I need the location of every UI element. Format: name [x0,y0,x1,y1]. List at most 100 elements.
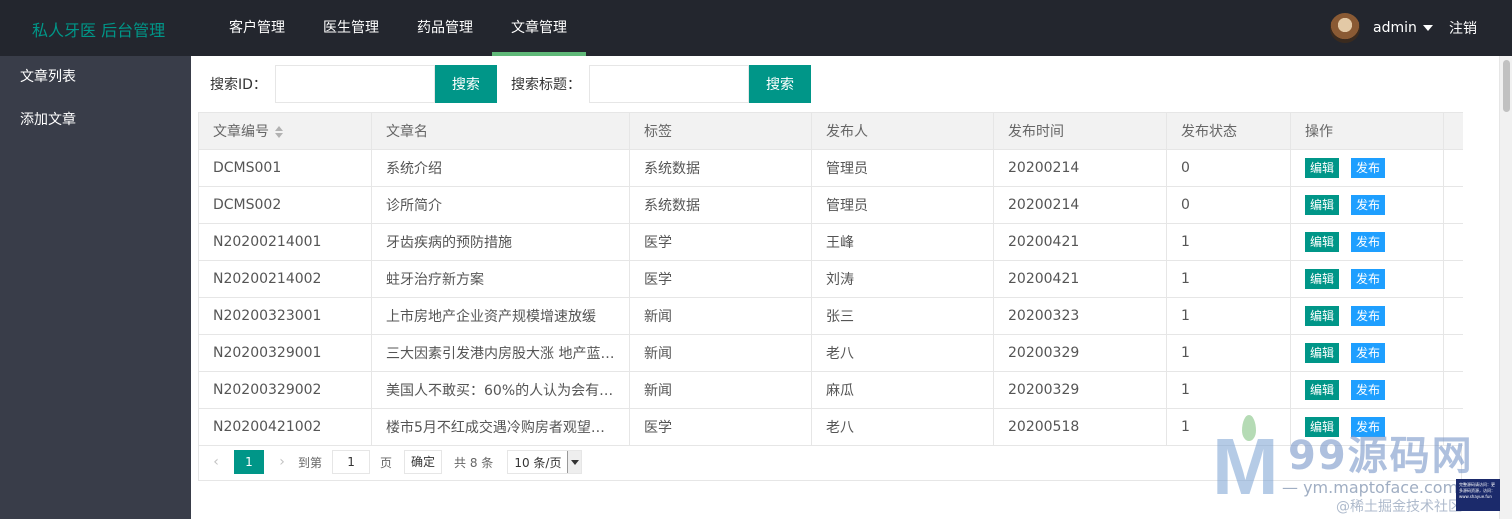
nav-doctor-management[interactable]: 医生管理 [304,0,398,56]
table-row: N20200329002 美国人不敢买：60%的人认为会有另… 新闻 麻瓜 202003… [198,371,1463,409]
cell-publish-time: 20200518 [993,408,1167,446]
publish-button[interactable]: 发布 [1351,195,1386,215]
cell-tag: 新闻 [629,371,812,409]
cell-article-id: N20200214001 [198,223,372,261]
row-filler [1443,186,1463,224]
logout-link[interactable]: 注销 [1449,18,1477,38]
cell-actions: 编辑 发布 删除 [1290,186,1444,224]
col-header-tag: 标签 [629,112,812,150]
total-count: 共 8 条 [454,455,494,470]
row-filler [1443,260,1463,298]
cell-article-id: DCMS002 [198,186,372,224]
search-id-input[interactable] [274,65,435,103]
search-title-button[interactable]: 搜索 [749,65,811,103]
page-1-button[interactable]: 1 [234,450,264,474]
cell-article-name: 三大因素引发港内房股大涨 地产蓝… [371,334,630,372]
next-page-icon[interactable]: › [272,454,292,470]
nav-article-management[interactable]: 文章管理 [492,0,586,56]
search-id-label: 搜索ID： [210,77,267,93]
table-header-row: 文章编号 文章名 标签 发布人 发布时间 发布状态 操作 [198,112,1463,150]
article-table: 文章编号 文章名 标签 发布人 发布时间 发布状态 操作 DCMS001 系统介绍… [198,112,1463,446]
search-title-input[interactable] [589,65,749,103]
cell-publish-time: 20200421 [993,260,1167,298]
search-id-button[interactable]: 搜索 [434,65,497,103]
goto-confirm-button[interactable]: 确定 [404,450,443,474]
cell-publisher: 管理员 [811,149,994,187]
cell-actions: 编辑 发布 删除 [1290,223,1444,261]
search-by-title: 搜索标题： 搜索 [511,65,811,103]
cell-actions: 编辑 发布 删除 [1290,149,1444,187]
cell-publish-time: 20200421 [993,223,1167,261]
sidebar-item-add-article[interactable]: 添加文章 [0,99,191,142]
prev-page-icon[interactable]: ‹ [206,454,226,470]
edit-button[interactable]: 编辑 [1305,269,1340,289]
cell-article-name: 诊所简介 [371,186,630,224]
page-size-select[interactable]: 10 条/页 [507,450,583,474]
cell-article-id: N20200421002 [198,408,372,446]
cell-publisher: 老八 [811,334,994,372]
cell-publish-time: 20200214 [993,186,1167,224]
cell-tag: 新闻 [629,297,812,335]
cell-publish-status: 0 [1166,186,1291,224]
nav-customer-management[interactable]: 客户管理 [210,0,304,56]
publish-button[interactable]: 发布 [1351,269,1386,289]
goto-label: 到第 [298,455,323,470]
publish-button[interactable]: 发布 [1351,232,1386,252]
watermark-box: 完整源码请访问：更多源码资源，访问：www.shayue.fun [1456,479,1500,511]
publish-button[interactable]: 发布 [1351,343,1386,363]
user-menu[interactable]: admin [1330,12,1433,44]
main-nav: 客户管理 医生管理 药品管理 文章管理 [210,0,586,56]
cell-tag: 医学 [629,260,812,298]
cell-article-name: 楼市5月不红成交遇冷购房者观望房… [371,408,630,446]
edit-button[interactable]: 编辑 [1305,343,1340,363]
sort-icon[interactable] [275,126,283,138]
nav-medicine-management[interactable]: 药品管理 [398,0,492,56]
publish-button[interactable]: 发布 [1351,306,1386,326]
cell-article-id: N20200329002 [198,371,372,409]
scrollbar-thumb[interactable] [1503,60,1510,112]
cell-actions: 编辑 发布 删除 [1290,260,1444,298]
page-size-value: 10 条/页 [514,455,562,470]
cell-publish-time: 20200214 [993,149,1167,187]
cell-article-id: N20200329001 [198,334,372,372]
header-filler [1443,112,1463,150]
cell-tag: 新闻 [629,334,812,372]
col-header-publish-status: 发布状态 [1166,112,1291,150]
cell-actions: 编辑 发布 删除 [1290,297,1444,335]
cell-publisher: 刘涛 [811,260,994,298]
cell-publish-status: 1 [1166,297,1291,335]
table-row: DCMS001 系统介绍 系统数据 管理员 20200214 0 编辑 发布 删除 [198,149,1463,187]
sidebar-item-article-list[interactable]: 文章列表 [0,56,191,99]
table-row: DCMS002 诊所简介 系统数据 管理员 20200214 0 编辑 发布 删除 [198,186,1463,224]
edit-button[interactable]: 编辑 [1305,380,1340,400]
table-row: N20200329001 三大因素引发港内房股大涨 地产蓝… 新闻 老八 2020032… [198,334,1463,372]
cell-publisher: 老八 [811,408,994,446]
user-name[interactable]: admin [1373,20,1417,36]
cell-publish-time: 20200323 [993,297,1167,335]
cell-article-name: 系统介绍 [371,149,630,187]
edit-button[interactable]: 编辑 [1305,195,1340,215]
table-row: N20200323001 上市房地产企业资产规模增速放缓 新闻 张三 20200323 1… [198,297,1463,335]
col-header-article-id[interactable]: 文章编号 [198,112,372,150]
pagination: ‹ 1 › 到第 1 页 确定 共 8 条 10 条/页 [206,449,583,475]
publish-button[interactable]: 发布 [1351,158,1386,178]
app-logo: 私人牙医 后台管理 [32,21,166,40]
edit-button[interactable]: 编辑 [1305,158,1340,178]
watermark-url: — ym.maptoface.com [1282,478,1459,497]
cell-article-name: 蛀牙治疗新方案 [371,260,630,298]
edit-button[interactable]: 编辑 [1305,232,1340,252]
top-bar: 私人牙医 后台管理 客户管理 医生管理 药品管理 文章管理 admin 注销 [0,0,1512,56]
edit-button[interactable]: 编辑 [1305,306,1340,326]
select-arrow-icon[interactable] [567,451,582,473]
cell-publisher: 张三 [811,297,994,335]
publish-button[interactable]: 发布 [1351,380,1386,400]
row-filler [1443,334,1463,372]
avatar[interactable] [1330,13,1360,43]
cell-publish-status: 1 [1166,334,1291,372]
row-filler [1443,149,1463,187]
caret-down-icon[interactable] [1422,25,1433,31]
cell-tag: 医学 [629,408,812,446]
goto-page-input[interactable]: 1 [332,450,371,474]
cell-article-id: DCMS001 [198,149,372,187]
cell-article-name: 上市房地产企业资产规模增速放缓 [371,297,630,335]
